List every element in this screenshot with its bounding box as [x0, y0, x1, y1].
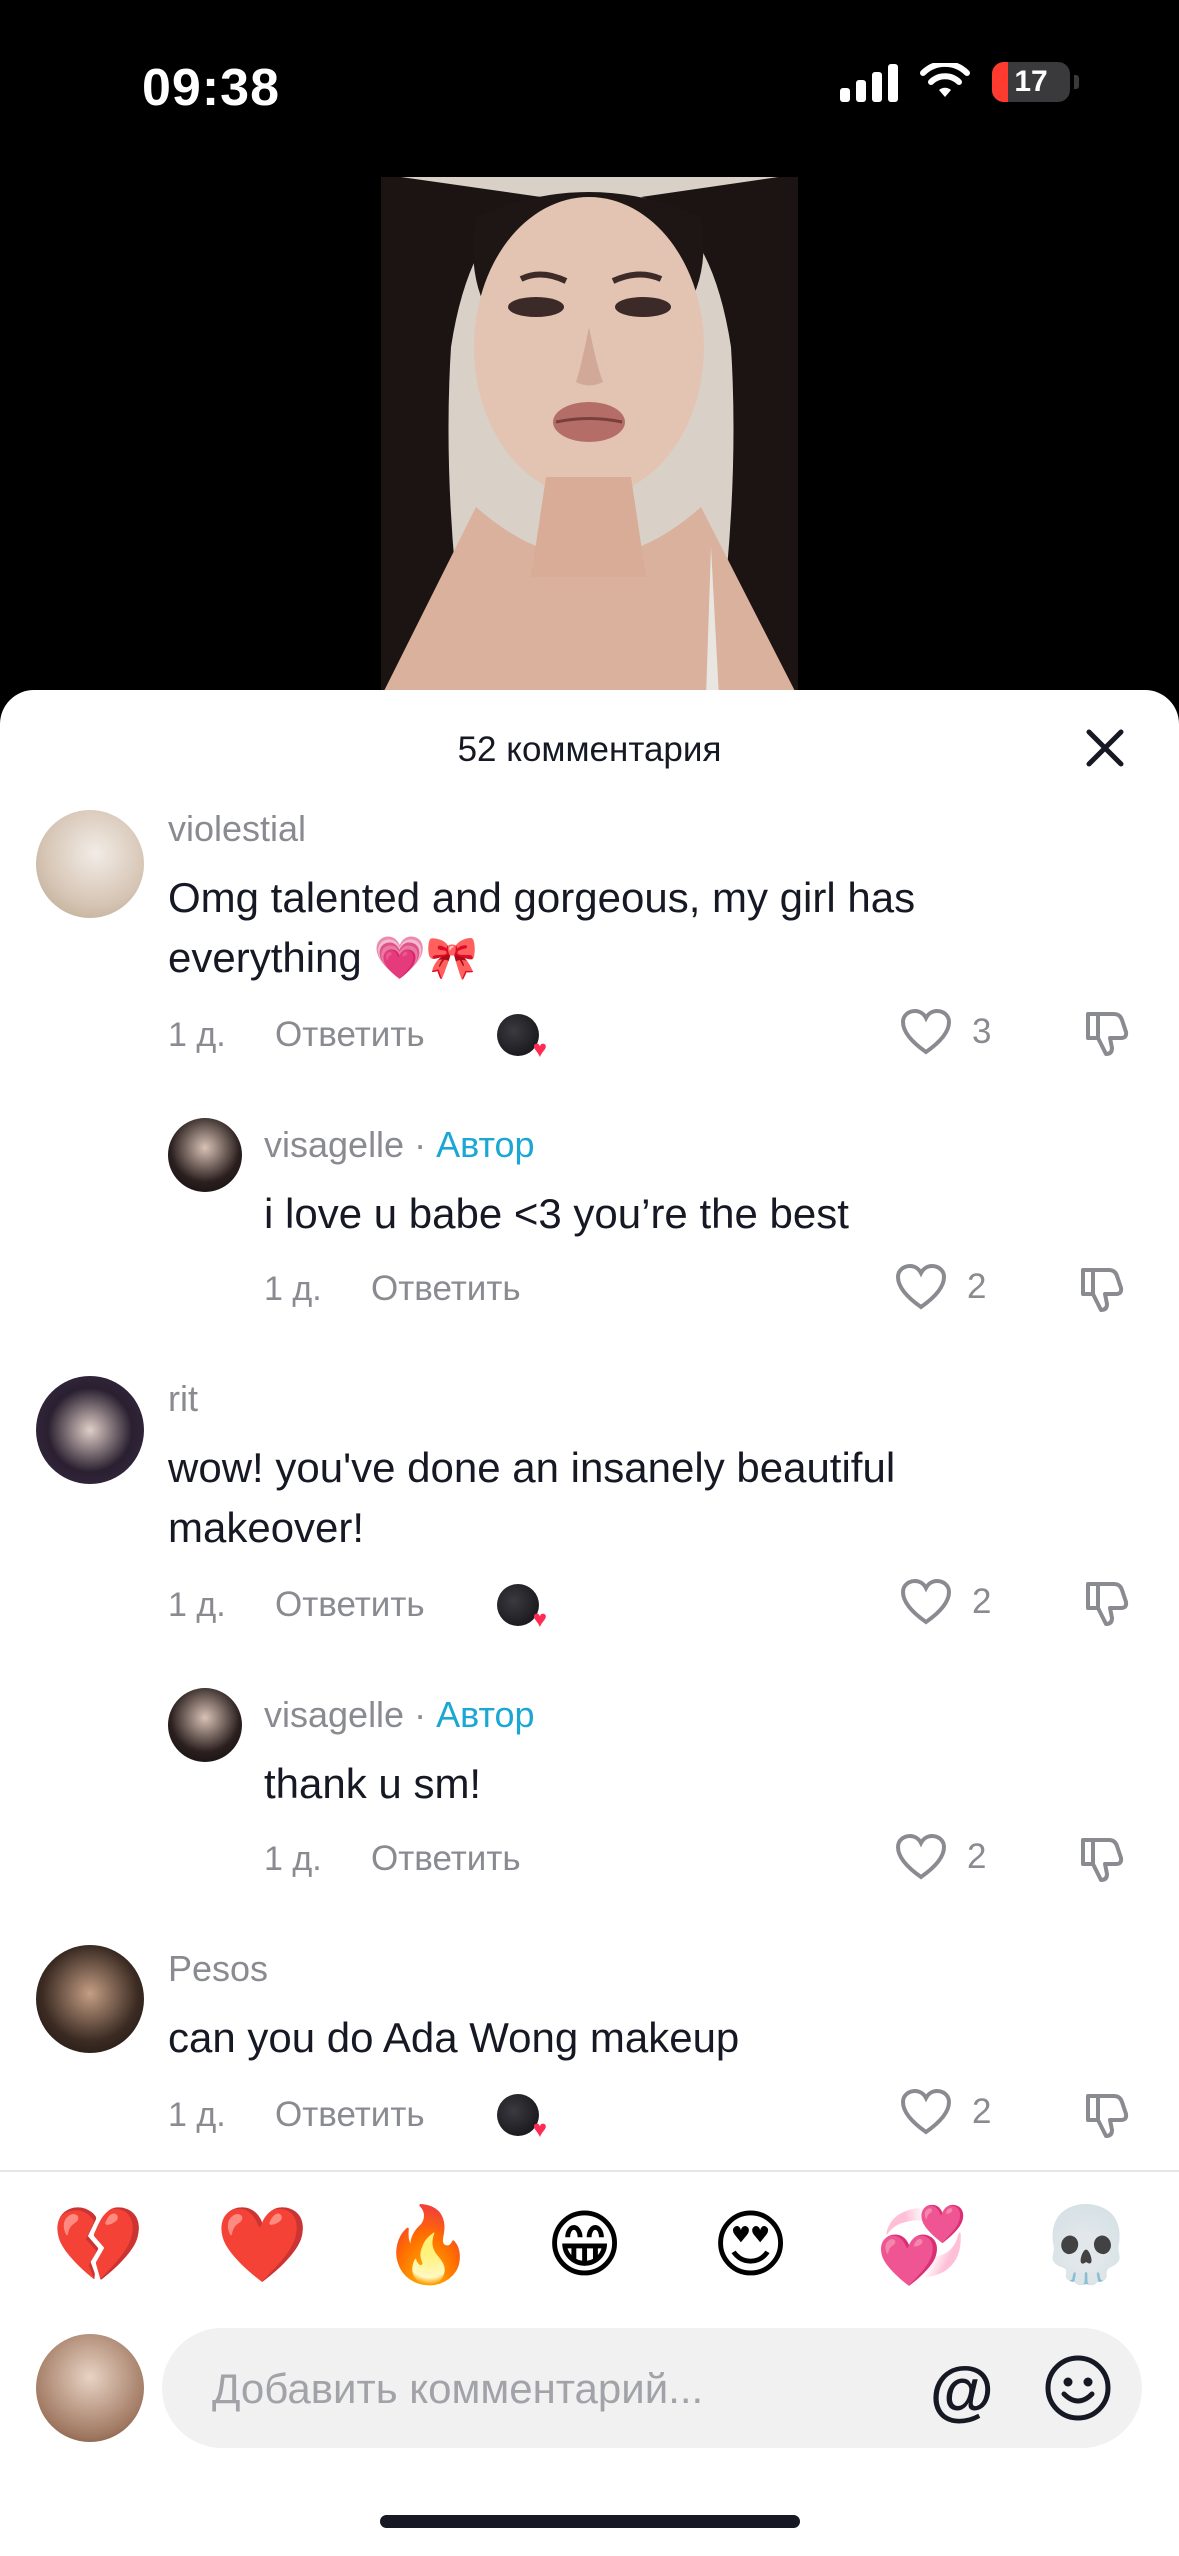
like-button[interactable]: 2 — [900, 1578, 991, 1626]
battery-level: 17 — [1014, 65, 1048, 98]
emoji-red-heart[interactable]: ❤️ — [216, 2200, 308, 2290]
creator-liked-badge: ♥ — [497, 2094, 547, 2143]
home-indicator[interactable] — [380, 2515, 800, 2528]
avatar[interactable] — [168, 1688, 242, 1762]
emoji-broken-heart[interactable]: 💔 — [52, 2200, 144, 2290]
quick-emoji-bar: 💔 ❤️ 🔥 😁 😍 💞 💀 — [0, 2200, 1179, 2290]
comment-time: 1 д. — [264, 1270, 322, 1308]
comment-username[interactable]: violestial — [168, 808, 306, 850]
battery-icon: 17 — [992, 62, 1070, 102]
dislike-icon[interactable] — [1080, 1578, 1132, 1630]
avatar[interactable] — [36, 810, 144, 918]
comment-username[interactable]: rit — [168, 1378, 198, 1420]
avatar[interactable] — [168, 1118, 242, 1192]
like-button[interactable]: 2 — [900, 2088, 991, 2136]
video-preview[interactable] — [381, 177, 798, 697]
comment-username[interactable]: visagelle · Автор — [264, 1124, 535, 1166]
comment-text: wow! you've done an insanely beautiful m… — [168, 1444, 896, 1551]
comment-text: Omg talented and gorgeous, my girl has e… — [168, 874, 916, 981]
like-count: 2 — [972, 1582, 992, 1621]
status-time: 09:38 — [142, 59, 280, 117]
like-button[interactable]: 2 — [895, 1263, 986, 1311]
comments-count-title: 52 комментария — [457, 730, 722, 769]
video-frame-image — [381, 177, 798, 697]
comment-time: 1 д. — [168, 2096, 226, 2134]
username-text: visagelle — [264, 1124, 405, 1165]
dislike-icon[interactable] — [1080, 2090, 1132, 2142]
like-count: 2 — [972, 2092, 992, 2131]
like-button[interactable]: 3 — [900, 1008, 991, 1056]
wifi-icon — [920, 63, 970, 97]
author-badge: Автор — [436, 1124, 535, 1165]
creator-liked-badge: ♥ — [497, 1584, 547, 1633]
comment-time: 1 д. — [264, 1840, 322, 1878]
like-count: 2 — [967, 1837, 987, 1876]
divider — [0, 2170, 1179, 2172]
emoji-skull[interactable]: 💀 — [1040, 2200, 1132, 2290]
dislike-icon[interactable] — [1075, 1264, 1127, 1316]
status-icons: 17 — [840, 62, 1079, 102]
heart-outline-icon — [895, 1263, 947, 1310]
comment-username[interactable]: Pesos — [168, 1948, 268, 1990]
cellular-signal-icon — [840, 62, 898, 102]
like-button[interactable]: 2 — [895, 1833, 986, 1881]
heart-outline-icon — [900, 2088, 952, 2135]
comment-username[interactable]: visagelle · Автор — [264, 1694, 535, 1736]
comment-text: can you do Ada Wong makeup — [168, 2014, 740, 2061]
dislike-icon[interactable] — [1080, 1008, 1132, 1060]
mention-button[interactable]: @ — [930, 2352, 994, 2428]
avatar[interactable] — [36, 1376, 144, 1484]
comment-text: i love u babe <3 you’re the best — [264, 1190, 849, 1237]
heart-icon: ♥ — [532, 2116, 547, 2143]
reply-button[interactable]: Ответить — [371, 1839, 521, 1879]
like-count: 3 — [972, 1012, 992, 1051]
heart-outline-icon — [900, 1008, 952, 1055]
emoji-revolving-hearts[interactable]: 💞 — [876, 2200, 968, 2290]
author-badge: Автор — [436, 1694, 535, 1735]
avatar[interactable] — [36, 1945, 144, 2053]
comment-input[interactable]: Добавить комментарий... @ — [162, 2328, 1142, 2448]
username-text: visagelle — [264, 1694, 405, 1735]
heart-icon: ♥ — [532, 1036, 547, 1063]
reply-button[interactable]: Ответить — [275, 1015, 425, 1055]
heart-outline-icon — [895, 1833, 947, 1880]
emoji-fire[interactable]: 🔥 — [382, 2200, 474, 2290]
reply-button[interactable]: Ответить — [275, 1585, 425, 1625]
close-icon[interactable] — [1083, 726, 1127, 770]
heart-icon: ♥ — [532, 1606, 547, 1633]
comment-time: 1 д. — [168, 1586, 226, 1624]
comment-time: 1 д. — [168, 1016, 226, 1054]
emoji-picker-icon[interactable] — [1044, 2354, 1112, 2422]
emoji-heart-eyes[interactable]: 😍 — [712, 2200, 789, 2290]
heart-outline-icon — [900, 1578, 952, 1625]
reply-button[interactable]: Ответить — [275, 2095, 425, 2135]
like-count: 2 — [967, 1267, 987, 1306]
comment-input-placeholder: Добавить комментарий... — [212, 2365, 704, 2412]
my-avatar[interactable] — [36, 2334, 144, 2442]
comment-text: thank u sm! — [264, 1760, 482, 1807]
creator-liked-badge: ♥ — [497, 1014, 547, 1063]
reply-button[interactable]: Ответить — [371, 1269, 521, 1309]
emoji-grin[interactable]: 😁 — [546, 2200, 623, 2290]
dislike-icon[interactable] — [1075, 1834, 1127, 1886]
